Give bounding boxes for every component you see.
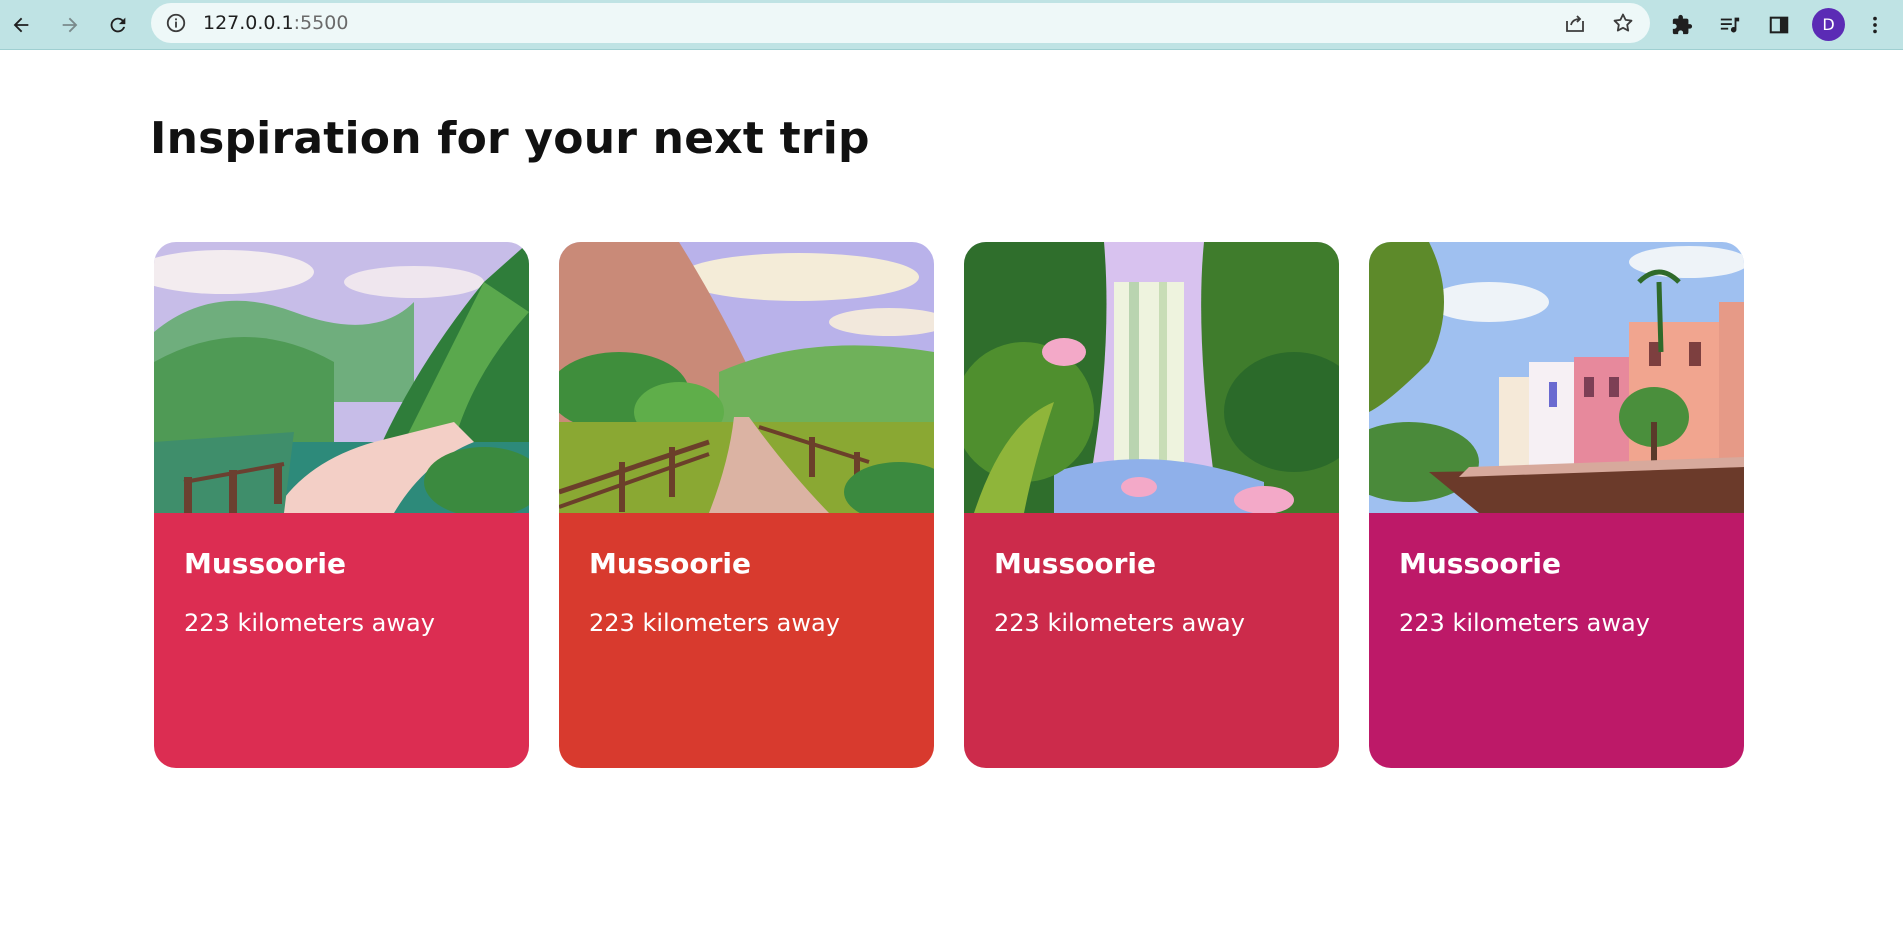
browser-toolbar: 127.0.0.1:5500 D <box>0 0 1903 50</box>
card-body: Mussoorie 223 kilometers away <box>964 513 1339 768</box>
card-body: Mussoorie 223 kilometers away <box>559 513 934 768</box>
url-text[interactable]: 127.0.0.1:5500 <box>203 3 348 43</box>
card-title: Mussoorie <box>184 547 346 580</box>
extensions-icon <box>1672 14 1693 35</box>
destination-card[interactable]: Mussoorie 223 kilometers away <box>964 242 1339 768</box>
destination-card[interactable]: Mussoorie 223 kilometers away <box>559 242 934 768</box>
media-icon <box>1720 17 1740 33</box>
side-panel-button[interactable] <box>1762 8 1796 42</box>
card-distance: 223 kilometers away <box>184 609 435 637</box>
url-port: :5500 <box>293 12 349 34</box>
card-distance: 223 kilometers away <box>1399 609 1650 637</box>
card-title: Mussoorie <box>1399 547 1561 580</box>
share-icon[interactable] <box>1563 11 1587 35</box>
extensions-button[interactable] <box>1665 8 1699 42</box>
info-icon[interactable] <box>165 12 187 34</box>
destination-card[interactable]: Mussoorie 223 kilometers away <box>1369 242 1744 768</box>
destination-image <box>154 242 529 513</box>
star-icon[interactable] <box>1611 11 1635 35</box>
card-body: Mussoorie 223 kilometers away <box>1369 513 1744 768</box>
destination-image <box>559 242 934 513</box>
destination-image <box>1369 242 1744 513</box>
page-title: Inspiration for your next trip <box>150 113 870 164</box>
forward-button[interactable] <box>53 8 87 42</box>
side-panel-icon <box>1769 16 1789 34</box>
profile-avatar[interactable]: D <box>1812 8 1845 41</box>
menu-icon <box>1873 16 1877 34</box>
media-button[interactable] <box>1713 8 1747 42</box>
destination-image <box>964 242 1339 513</box>
card-distance: 223 kilometers away <box>589 609 840 637</box>
reload-icon <box>110 17 126 33</box>
page-content: Inspiration for your next trip Mussoorie… <box>0 51 1903 931</box>
card-title: Mussoorie <box>994 547 1156 580</box>
menu-button[interactable] <box>1858 8 1892 42</box>
reload-button[interactable] <box>101 8 135 42</box>
card-body: Mussoorie 223 kilometers away <box>154 513 529 768</box>
address-bar[interactable]: 127.0.0.1:5500 <box>151 3 1650 43</box>
url-host: 127.0.0.1 <box>203 12 294 34</box>
back-button[interactable] <box>4 8 38 42</box>
card-distance: 223 kilometers away <box>994 609 1245 637</box>
back-arrow-icon <box>13 17 29 33</box>
forward-arrow-icon <box>62 17 78 33</box>
destination-card[interactable]: Mussoorie 223 kilometers away <box>154 242 529 768</box>
card-title: Mussoorie <box>589 547 751 580</box>
